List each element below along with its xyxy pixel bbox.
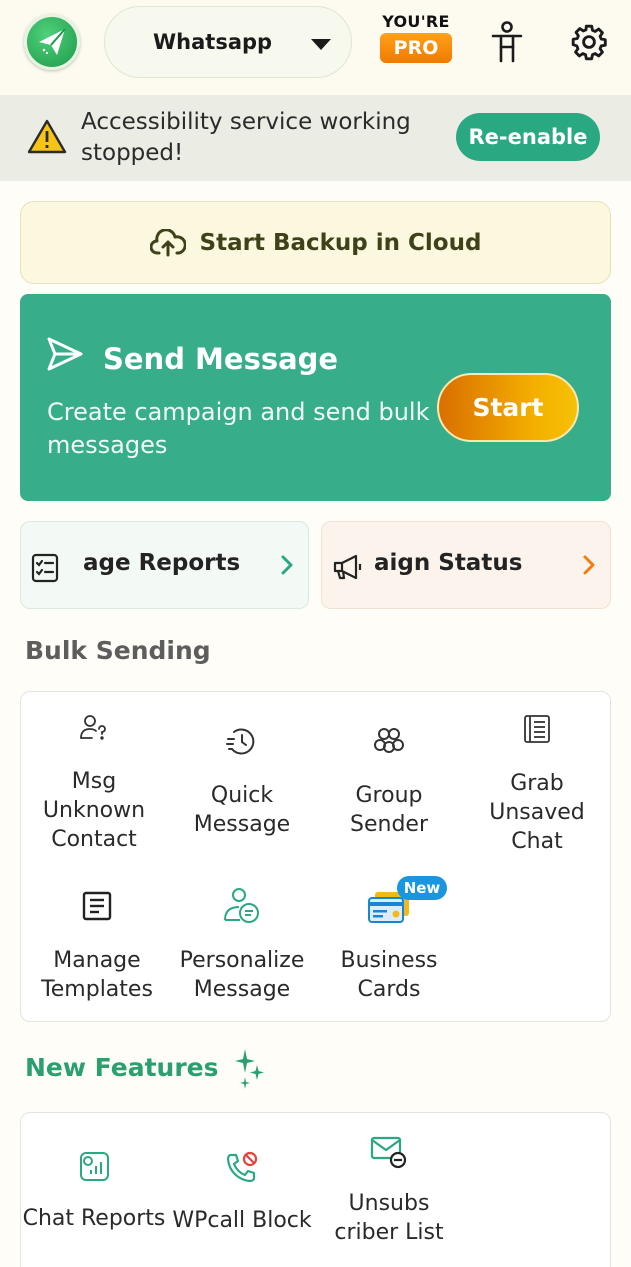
personalize-message-tile[interactable]: Personalize Message xyxy=(169,886,315,1004)
tile-label: Msg Unknown Contact xyxy=(42,769,146,852)
send-icon xyxy=(47,337,83,371)
grab-unsaved-chat-tile[interactable]: Grab Unsaved Chat xyxy=(464,713,610,856)
tile-label: Unsubs criber List xyxy=(334,1191,444,1245)
call-block-icon xyxy=(226,1151,258,1183)
bulk-sending-title: Bulk Sending xyxy=(25,636,211,665)
tile-label: Quick Message xyxy=(193,783,291,837)
chevron-right-icon xyxy=(281,555,293,575)
cloud-upload-icon xyxy=(149,228,186,256)
chat-reports-tile[interactable]: Chat Reports xyxy=(21,1150,167,1233)
chevron-right-icon xyxy=(583,555,595,575)
chevron-down-icon xyxy=(311,39,331,50)
backup-label: Start Backup in Cloud xyxy=(199,229,482,256)
accessibility-icon xyxy=(491,21,523,63)
business-cards-tile[interactable]: Business Cards xyxy=(316,890,462,1004)
accessibility-button[interactable] xyxy=(487,18,527,66)
message-reports-label: age Reports xyxy=(83,550,241,576)
sparkle-icon xyxy=(235,1049,264,1089)
manage-templates-tile[interactable]: Manage Templates xyxy=(24,890,170,1004)
app-logo-icon xyxy=(24,14,80,70)
tile-label: WPcall Block xyxy=(172,1208,312,1233)
report-list-icon xyxy=(31,553,59,583)
pro-badge: PRO xyxy=(380,33,452,63)
campaign-status-card[interactable]: aign Status xyxy=(321,521,611,609)
start-backup-button[interactable]: Start Backup in Cloud xyxy=(20,201,611,284)
send-message-subtitle: Create campaign and send bulk messages xyxy=(47,398,430,459)
tile-label: Group Sender xyxy=(350,783,428,837)
new-badge: New xyxy=(397,876,447,900)
campaign-status-label: aign Status xyxy=(374,550,523,576)
template-icon xyxy=(82,891,112,921)
new-features-title: New Features xyxy=(25,1053,219,1082)
message-reports-card[interactable]: age Reports xyxy=(20,521,309,609)
msg-unknown-contact-tile[interactable]: Msg Unknown Contact xyxy=(21,713,167,854)
tile-label: Personalize Message xyxy=(179,948,305,1002)
group-sender-tile[interactable]: Group Sender xyxy=(316,725,462,839)
settings-button[interactable] xyxy=(569,18,609,66)
gear-icon xyxy=(571,24,607,61)
tile-label: Manage Templates xyxy=(41,948,153,1002)
megaphone-icon xyxy=(333,554,362,580)
top-bar: Whatsapp YOU'RE PRO xyxy=(0,0,631,95)
unknown-contact-icon xyxy=(80,715,106,740)
pro-status-line: YOU'RE xyxy=(382,12,450,31)
re-enable-button[interactable]: Re-enable xyxy=(456,113,600,161)
wpcall-block-tile[interactable]: WPcall Block xyxy=(169,1150,315,1235)
pro-status[interactable]: YOU'RE PRO xyxy=(376,12,456,63)
app-selector-label: Whatsapp xyxy=(153,30,273,54)
app-selector-dropdown[interactable]: Whatsapp xyxy=(104,6,352,78)
personalize-icon xyxy=(224,888,259,923)
start-button[interactable]: Start xyxy=(437,373,579,442)
tile-label: Chat Reports xyxy=(22,1206,166,1231)
quick-message-tile[interactable]: Quick Message xyxy=(169,725,315,839)
quick-message-icon xyxy=(226,728,255,755)
warning-icon xyxy=(27,119,67,154)
unsubscriber-list-tile[interactable]: Unsubs criber List xyxy=(316,1135,462,1247)
chat-report-icon xyxy=(80,1152,109,1181)
tile-label: Business Cards xyxy=(340,948,438,1002)
group-icon xyxy=(374,728,404,753)
tile-label: Grab Unsaved Chat xyxy=(489,771,585,854)
unsaved-chat-icon xyxy=(524,715,550,743)
unsubscribe-icon xyxy=(370,1136,407,1169)
alert-message: Accessibility service working stopped! xyxy=(81,109,411,166)
send-message-title: Send Message xyxy=(103,342,339,376)
